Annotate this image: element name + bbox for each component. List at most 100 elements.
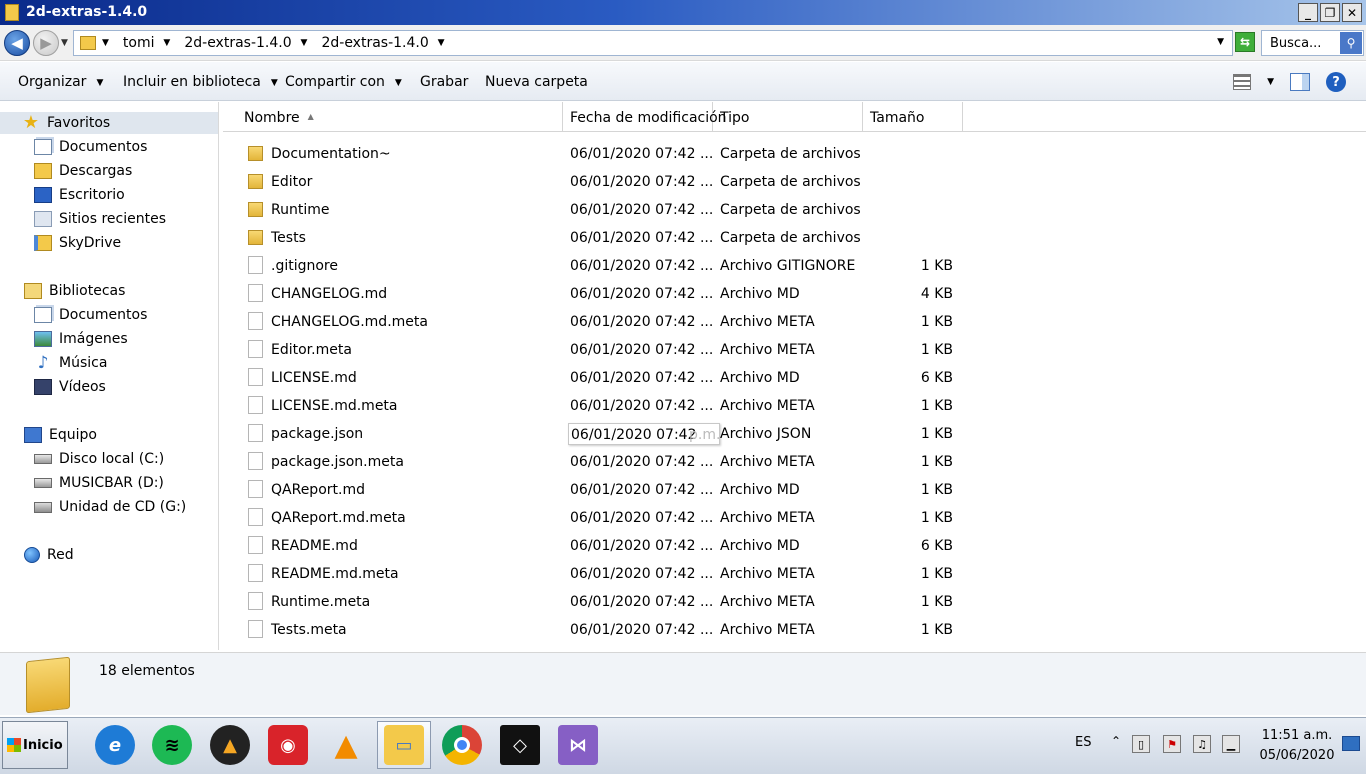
nav-libraries[interactable]: Bibliotecas — [24, 280, 125, 302]
language-indicator[interactable]: ES — [1075, 735, 1091, 750]
volume-icon[interactable]: ♫ — [1193, 735, 1211, 753]
breadcrumb-2d-extras-inner[interactable]: 2d-extras-1.4.0 ▼ — [321, 35, 450, 51]
breadcrumb-2d-extras[interactable]: 2d-extras-1.4.0 ▼ — [184, 35, 313, 51]
view-dropdown-icon[interactable]: ▼ — [1267, 77, 1274, 87]
show-desktop-button[interactable] — [1342, 736, 1360, 751]
search-input[interactable]: Busca... ⚲ — [1261, 30, 1364, 56]
nav-fav-documents[interactable]: Documentos — [34, 136, 147, 158]
nav-fav-recent[interactable]: Sitios recientes — [34, 208, 166, 230]
table-row[interactable]: Tests 06/01/2020 07:42 ... Carpeta de arch… — [223, 224, 1366, 252]
nav-fav-desktop[interactable]: Escritorio — [34, 184, 125, 206]
include-in-library-button[interactable]: Incluir en biblioteca ▼ — [123, 74, 278, 90]
taskbar-app[interactable]: e — [88, 721, 142, 769]
refresh-icon[interactable]: ⇆ — [1235, 32, 1255, 52]
minimize-button[interactable]: _ — [1298, 3, 1318, 22]
column-type[interactable]: Tipo — [713, 102, 863, 132]
nav-computer[interactable]: Equipo — [24, 424, 97, 446]
preview-pane-icon[interactable] — [1290, 73, 1310, 91]
close-button[interactable]: ✕ — [1342, 3, 1362, 22]
folder-icon — [5, 4, 19, 21]
start-button[interactable]: Inicio — [2, 721, 68, 769]
file-date: 06/01/2020 07:42 ... — [570, 202, 714, 218]
nav-lib-videos[interactable]: Vídeos — [34, 376, 106, 398]
back-button[interactable]: ◀ — [4, 30, 30, 56]
taskbar-app[interactable]: ▲ — [203, 721, 257, 769]
recent-places-icon — [34, 211, 52, 227]
forward-button[interactable]: ▶ — [33, 30, 59, 56]
network-signal-icon[interactable]: ▁ — [1222, 735, 1240, 753]
taskbar-app[interactable] — [435, 721, 489, 769]
table-row[interactable]: Tests.meta 06/01/2020 07:42 ... Archivo ME… — [223, 616, 1366, 644]
table-row[interactable]: Runtime 06/01/2020 07:42 ... Carpeta de ar… — [223, 196, 1366, 224]
taskbar-app-active[interactable]: ▭ — [377, 721, 431, 769]
table-row[interactable]: Editor 06/01/2020 07:42 ... Carpeta de arc… — [223, 168, 1366, 196]
table-row[interactable]: LICENSE.md.meta 06/01/2020 07:42 ... Archi… — [223, 392, 1366, 420]
burn-button[interactable]: Grabar — [420, 74, 468, 90]
nav-drive-g[interactable]: Unidad de CD (G:) — [34, 496, 186, 518]
nav-drive-c[interactable]: Disco local (C:) — [34, 448, 164, 470]
address-bar[interactable]: ▼ tomi ▼ 2d-extras-1.4.0 ▼ 2d-extras-1.4… — [73, 30, 1233, 56]
taskbar-app[interactable]: ⋈ — [551, 721, 605, 769]
file-size: 1 KB — [920, 342, 953, 358]
taskbar-app[interactable]: ◉ — [261, 721, 315, 769]
address-history-dropdown[interactable]: ▼ — [1217, 37, 1224, 47]
title-bar: 2d-extras-1.4.0 _ ❐ ✕ — [0, 0, 1366, 25]
clock-time: 11:51 a.m. — [1261, 728, 1333, 743]
table-row[interactable]: QAReport.md.meta 06/01/2020 07:42 ... Arch… — [223, 504, 1366, 532]
folder-icon — [26, 656, 70, 714]
breadcrumb-tomi[interactable]: tomi ▼ — [123, 35, 176, 51]
maximize-button[interactable]: ❐ — [1320, 3, 1340, 22]
file-size: 1 KB — [920, 482, 953, 498]
column-date[interactable]: Fecha de modificación — [563, 102, 727, 132]
action-center-icon[interactable]: ⚑ — [1163, 735, 1181, 753]
table-row[interactable]: package.json.meta 06/01/2020 07:42 ... Arc… — [223, 448, 1366, 476]
column-name[interactable]: Nombre ▲ — [223, 102, 563, 132]
navigation-pane: ★ Favoritos Documentos Descargas Escritor… — [0, 102, 219, 650]
table-row[interactable]: CHANGELOG.md.meta 06/01/2020 07:42 ... Arc… — [223, 308, 1366, 336]
share-with-button[interactable]: Compartir con ▼ — [285, 74, 402, 90]
star-icon: ★ — [22, 112, 40, 133]
taskbar-app[interactable]: ◇ — [493, 721, 547, 769]
file-date: 06/01/2020 07:42 ... — [570, 230, 714, 246]
file-size: 1 KB — [920, 594, 953, 610]
nav-favorites[interactable]: ★ Favoritos — [0, 112, 218, 134]
table-row[interactable]: Editor.meta 06/01/2020 07:42 ... Archivo M… — [223, 336, 1366, 364]
chrome-icon — [442, 725, 482, 765]
column-size[interactable]: Tamaño — [863, 102, 963, 132]
media-player-icon: ◉ — [268, 725, 308, 765]
help-icon[interactable]: ? — [1326, 72, 1346, 92]
table-row[interactable]: package.json 06/01/2020 07:42 p.m. Archivo … — [223, 420, 1366, 448]
recent-pages-dropdown[interactable]: ▼ — [61, 38, 68, 48]
table-row[interactable]: .gitignore 06/01/2020 07:42 ... Archivo GI… — [223, 252, 1366, 280]
taskbar-app[interactable]: ≋ — [145, 721, 199, 769]
nav-fav-downloads[interactable]: Descargas — [34, 160, 132, 182]
nav-lib-documents[interactable]: Documentos — [34, 304, 147, 326]
organize-button[interactable]: Organizar ▼ — [18, 74, 103, 90]
table-row[interactable]: README.md 06/01/2020 07:42 ... Archivo MD 6… — [223, 532, 1366, 560]
new-folder-button[interactable]: Nueva carpeta — [485, 74, 588, 90]
search-icon[interactable]: ⚲ — [1340, 32, 1362, 54]
documents-icon — [34, 307, 52, 323]
details-pane: 18 elementos — [0, 652, 1366, 715]
table-row[interactable]: QAReport.md 06/01/2020 07:42 ... Archivo M… — [223, 476, 1366, 504]
videos-icon — [34, 379, 52, 395]
clock[interactable]: 11:51 a.m. 05/06/2020 — [1256, 726, 1338, 766]
folder-icon — [248, 174, 263, 189]
table-row[interactable]: LICENSE.md 06/01/2020 07:42 ... Archivo MD… — [223, 364, 1366, 392]
nav-fav-skydrive[interactable]: SkyDrive — [34, 232, 121, 254]
skydrive-icon — [34, 235, 52, 251]
computer-icon — [24, 427, 42, 443]
table-row[interactable]: CHANGELOG.md 06/01/2020 07:42 ... Archivo … — [223, 280, 1366, 308]
table-row[interactable]: Runtime.meta 06/01/2020 07:42 ... Archivo … — [223, 588, 1366, 616]
nav-lib-images[interactable]: Imágenes — [34, 328, 128, 350]
nav-network[interactable]: Red — [24, 544, 74, 566]
table-row[interactable]: Documentation~ 06/01/2020 07:42 ... Carpet… — [223, 140, 1366, 168]
taskbar-app[interactable]: ▲ — [319, 721, 373, 769]
view-options-icon[interactable] — [1233, 74, 1252, 90]
nav-lib-music[interactable]: ♪ Música — [34, 352, 108, 374]
breadcrumb-separator[interactable]: ▼ — [102, 38, 115, 48]
show-hidden-icons-icon[interactable]: ⌃ — [1111, 734, 1121, 748]
usb-icon[interactable]: ▯ — [1132, 735, 1150, 753]
table-row[interactable]: README.md.meta 06/01/2020 07:42 ... Archiv… — [223, 560, 1366, 588]
nav-drive-d[interactable]: MUSICBAR (D:) — [34, 472, 164, 494]
